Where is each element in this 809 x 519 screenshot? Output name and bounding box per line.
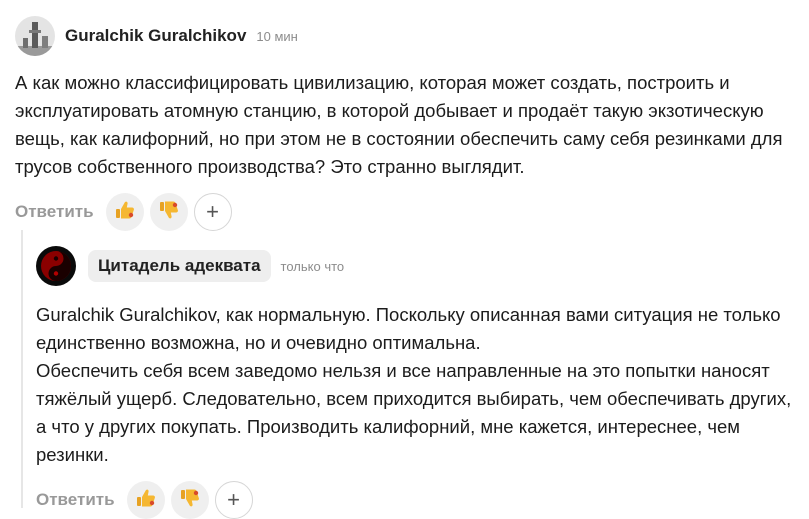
thumbs-down-icon	[179, 487, 201, 514]
reply-button[interactable]: Ответить	[15, 202, 94, 222]
comment: Guralchik Guralchikov 10 мин А как можно…	[15, 15, 805, 231]
like-button[interactable]	[126, 481, 165, 519]
plus-icon: +	[227, 487, 240, 512]
timestamp: только что	[280, 258, 345, 274]
comment-actions: Ответить +	[15, 193, 805, 231]
timestamp: 10 мин	[256, 28, 298, 44]
comment-actions: Ответить +	[36, 481, 806, 519]
comment-header: Цитадель адеквата только что	[36, 245, 806, 287]
comment-header: Guralchik Guralchikov 10 мин	[15, 15, 805, 57]
avatar[interactable]	[36, 246, 76, 286]
author-name[interactable]: Guralchik Guralchikov	[65, 26, 246, 46]
comment-text: А как можно классифицировать цивилизацию…	[15, 72, 783, 177]
author-name[interactable]: Цитадель адеквата	[88, 250, 271, 282]
comment-paragraph: Обеспечить себя всем заведомо нельзя и в…	[36, 360, 792, 465]
comment-paragraph: Guralchik Guralchikov, как нормальную. П…	[36, 304, 781, 353]
like-button[interactable]	[105, 193, 144, 231]
add-reaction-button[interactable]: +	[214, 481, 253, 519]
thumbs-up-icon	[135, 487, 157, 514]
dislike-button[interactable]	[170, 481, 209, 519]
thumbs-up-icon	[114, 199, 136, 226]
reply-comment: Цитадель адеквата только что Guralchik G…	[36, 245, 806, 519]
reply-button[interactable]: Ответить	[36, 490, 115, 510]
comment-text: Guralchik Guralchikov, как нормальную. П…	[36, 301, 806, 469]
dislike-button[interactable]	[149, 193, 188, 231]
thread-line	[21, 230, 23, 508]
plus-icon: +	[206, 199, 219, 224]
thumbs-down-icon	[158, 199, 180, 226]
avatar[interactable]	[15, 16, 55, 56]
add-reaction-button[interactable]: +	[193, 193, 232, 231]
